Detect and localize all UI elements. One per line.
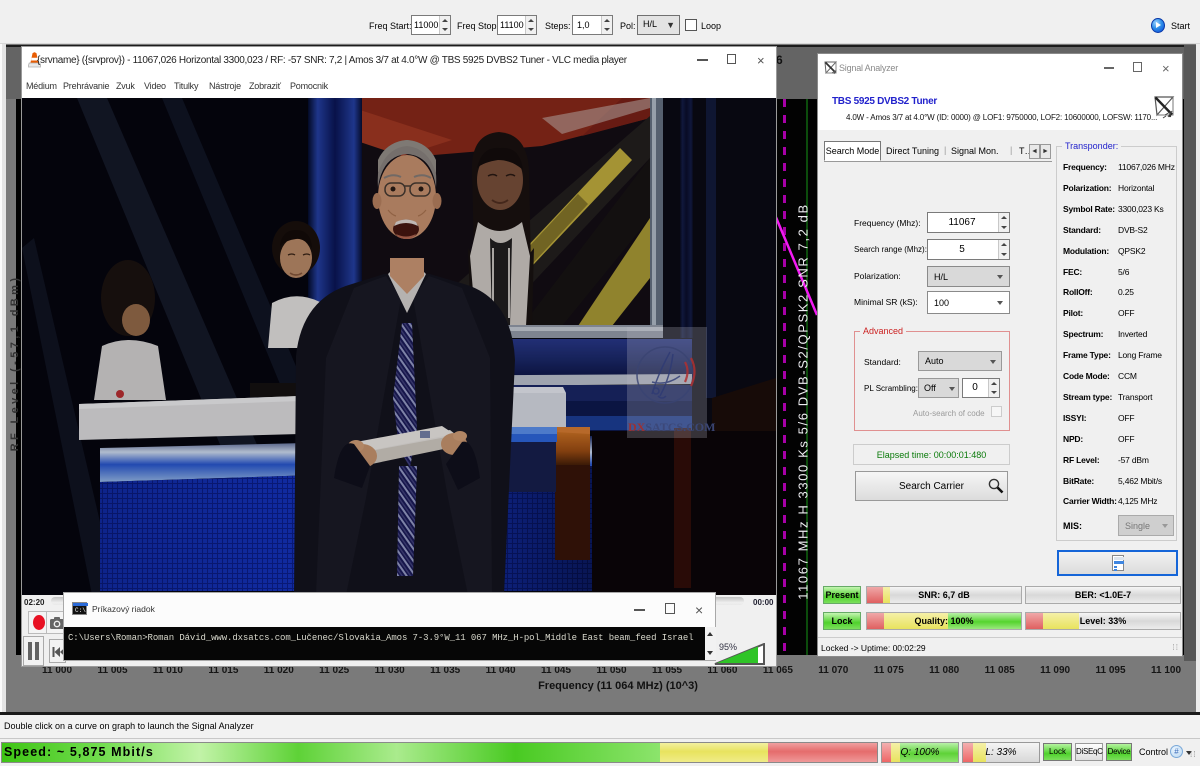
svg-text:DXSATCS.COM: DXSATCS.COM bbox=[628, 420, 715, 434]
